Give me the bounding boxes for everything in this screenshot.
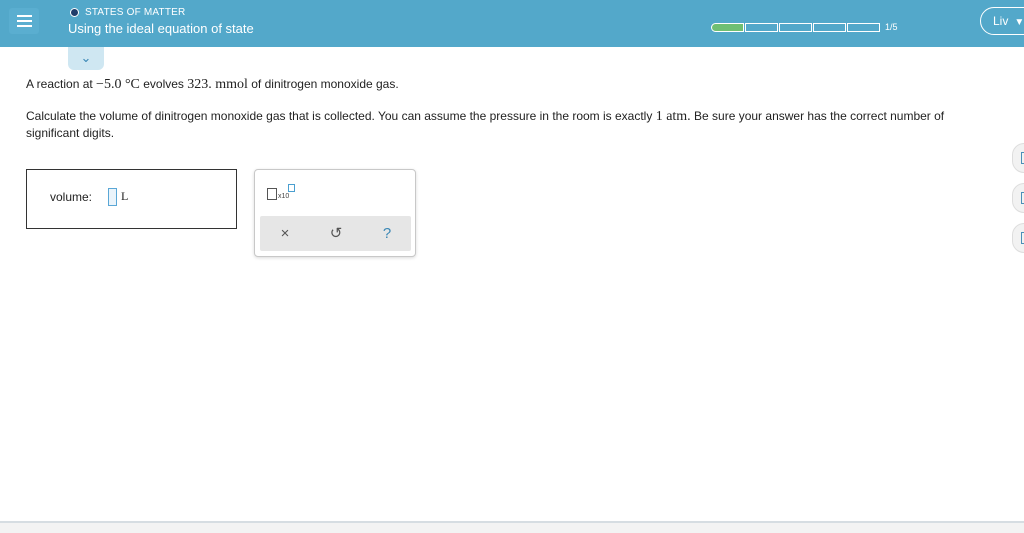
sci-x10-label: x10 xyxy=(278,193,290,200)
bottom-bar xyxy=(0,521,1024,533)
undo-icon[interactable]: ↺ xyxy=(326,224,346,244)
answer-unit: L xyxy=(121,189,129,203)
answer-label: volume: xyxy=(50,190,93,204)
collapse-toggle[interactable]: ⌄ xyxy=(68,47,104,70)
side-tool-button[interactable] xyxy=(1012,223,1024,253)
sci-exponent-box xyxy=(288,184,295,192)
close-icon[interactable]: × xyxy=(275,224,295,244)
progress-count: 1/5 xyxy=(885,22,898,32)
question-text-segment: of dinitrogen monoxide gas. xyxy=(247,77,399,91)
topic-label: STATES OF MATTER xyxy=(85,6,186,18)
question-text-segment: A reaction at xyxy=(26,77,97,91)
temperature-value: −5.0 °C xyxy=(96,77,140,92)
sci-base-box xyxy=(267,188,277,200)
progress-segment xyxy=(847,22,880,32)
side-tool-button[interactable] xyxy=(1012,183,1024,213)
chevron-down-icon: ▼ xyxy=(1014,17,1024,28)
question-line-2: Calculate the volume of dinitrogen monox… xyxy=(26,108,956,142)
lesson-title: Using the ideal equation of state xyxy=(68,21,254,36)
topic-status-icon xyxy=(70,7,79,17)
menu-icon-line xyxy=(17,25,32,27)
question-text-segment: Calculate the volume of dinitrogen monox… xyxy=(26,109,656,123)
progress-segment xyxy=(813,22,846,32)
question-text-segment: evolves xyxy=(139,77,188,91)
answer-box: volume: L xyxy=(26,169,237,229)
side-tool-button[interactable] xyxy=(1012,143,1024,173)
menu-icon-line xyxy=(17,15,32,17)
question-line-1: A reaction at −5.0 °C evolves 323. mmol … xyxy=(26,76,956,93)
user-name: Liv xyxy=(993,14,1009,28)
palette-actions: × ↺ ? xyxy=(260,216,411,251)
progress-segment xyxy=(779,22,812,32)
progress-bar: 1/5 xyxy=(711,22,898,32)
chevron-down-icon: ⌄ xyxy=(80,50,92,65)
amount-value: 323. mmol xyxy=(187,77,248,92)
user-menu-button[interactable]: Liv ▼ xyxy=(980,7,1024,35)
progress-segment xyxy=(711,22,744,32)
top-bar: STATES OF MATTER Using the ideal equatio… xyxy=(0,0,1024,47)
progress-segment xyxy=(745,22,778,32)
volume-input[interactable] xyxy=(108,188,117,206)
topic-row: STATES OF MATTER xyxy=(70,6,185,18)
menu-icon-line xyxy=(17,20,32,22)
menu-button[interactable] xyxy=(9,8,39,34)
math-palette: x10 × ↺ ? xyxy=(254,169,416,257)
help-icon[interactable]: ? xyxy=(377,224,397,244)
pressure-value: 1 atm. xyxy=(655,109,691,124)
question-text: A reaction at −5.0 °C evolves 323. mmol … xyxy=(26,76,956,157)
scientific-notation-button[interactable]: x10 xyxy=(267,182,301,204)
side-tools xyxy=(1012,143,1024,253)
